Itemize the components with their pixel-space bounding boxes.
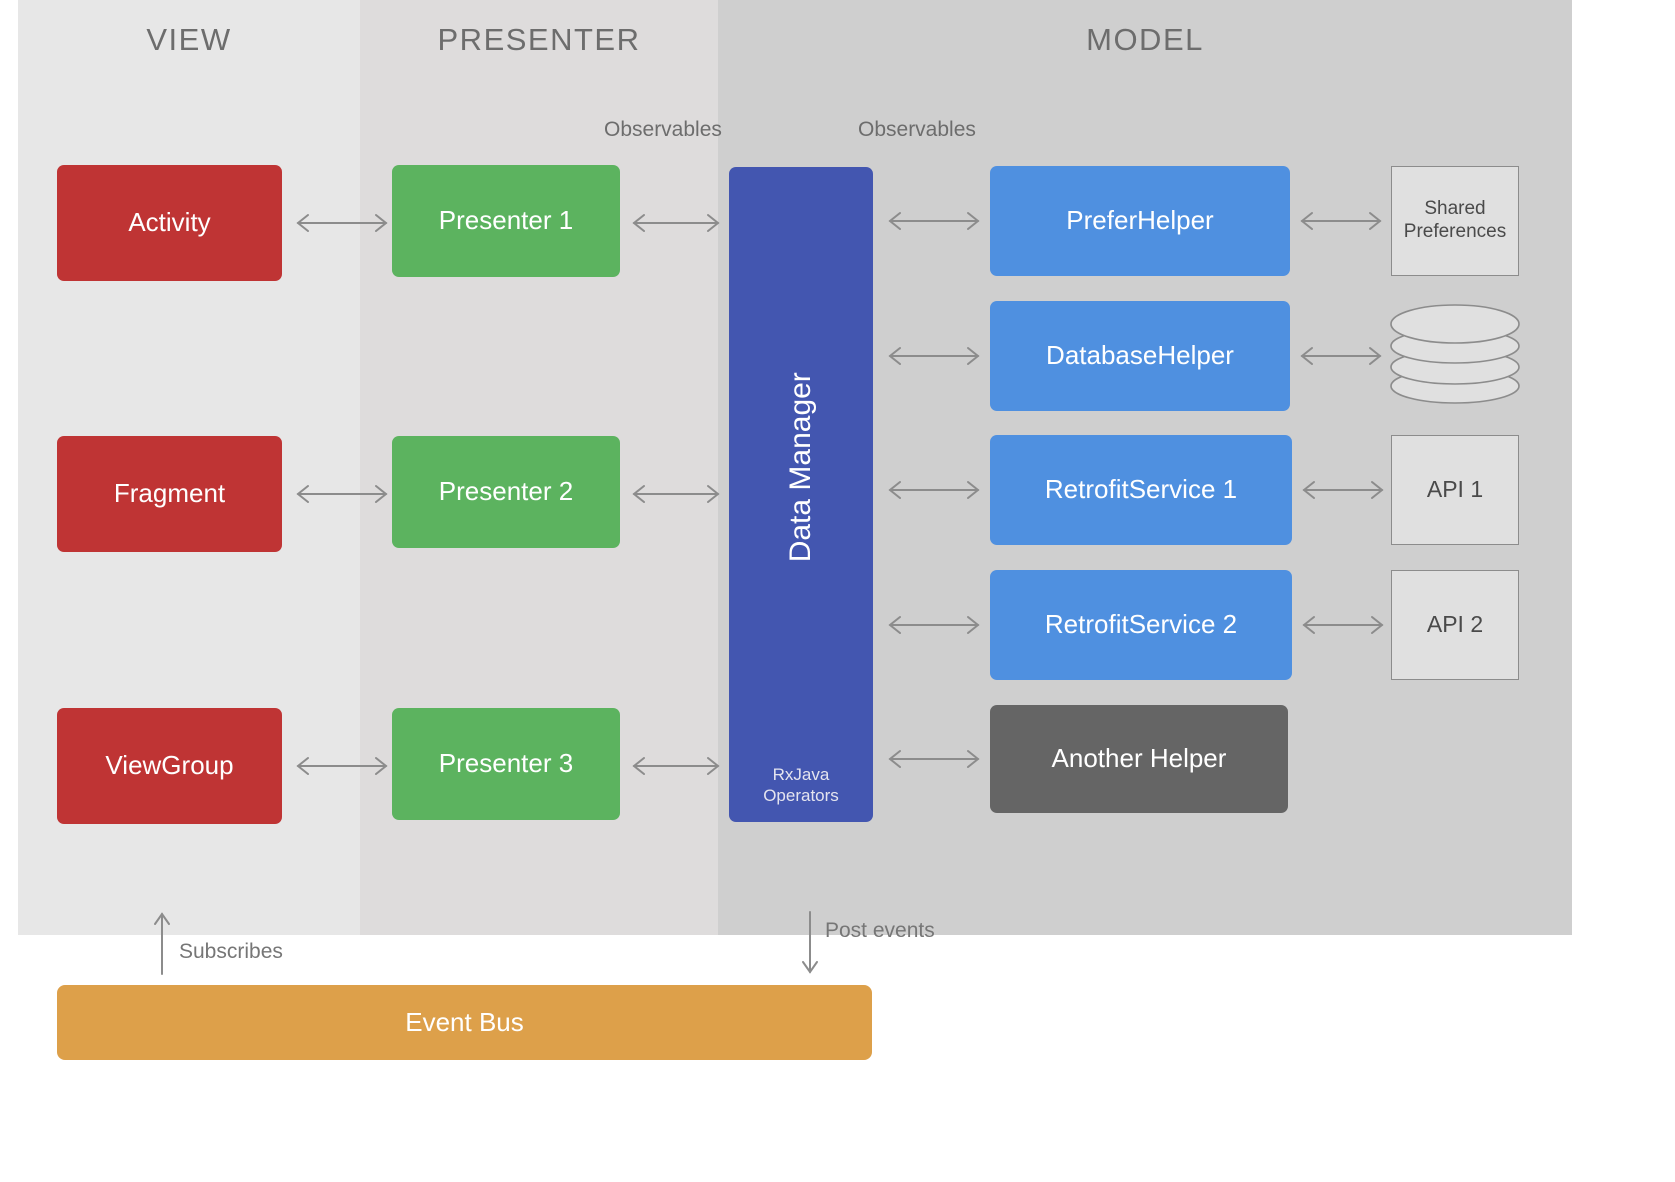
label-observables-model: Observables [858, 118, 976, 141]
arrow-presenter3-datamanager [628, 755, 724, 777]
band-title-view: VIEW [146, 22, 232, 57]
shared-prefs-line2: Preferences [1403, 221, 1507, 242]
arrow-databasehelper-database [1296, 345, 1386, 367]
arrow-datamanager-retrofit2 [884, 614, 984, 636]
arrow-post-events-down [798, 908, 822, 983]
node-another-helper[interactable]: Another Helper [990, 705, 1288, 813]
node-data-manager[interactable]: Data Manager RxJava Operators [729, 167, 873, 822]
node-event-bus[interactable]: Event Bus [57, 985, 872, 1060]
arrow-retrofit2-api2 [1298, 614, 1388, 636]
arrow-preferhelper-sharedprefs [1296, 210, 1386, 232]
node-database-helper[interactable]: DatabaseHelper [990, 301, 1290, 411]
external-api-2[interactable]: API 2 [1391, 570, 1519, 680]
external-api-1[interactable]: API 1 [1391, 435, 1519, 545]
band-title-presenter: PRESENTER [437, 22, 641, 57]
arrow-retrofit1-api1 [1298, 479, 1388, 501]
data-manager-sublabel: RxJava Operators [763, 764, 839, 807]
shared-prefs-line1: Shared [1424, 198, 1486, 220]
node-viewgroup[interactable]: ViewGroup [57, 708, 282, 824]
node-activity[interactable]: Activity [57, 165, 282, 281]
diagram-canvas: VIEW PRESENTER MODEL Activity Fragment V… [0, 0, 1675, 1182]
node-retrofit-service-1[interactable]: RetrofitService 1 [990, 435, 1292, 545]
external-database-icon[interactable] [1388, 298, 1522, 414]
band-title-model: MODEL [1086, 22, 1204, 57]
label-observables-presenter: Observables [604, 118, 722, 141]
arrow-datamanager-retrofit1 [884, 479, 984, 501]
api-1-label: API 1 [1426, 476, 1484, 503]
node-prefer-helper[interactable]: PreferHelper [990, 166, 1290, 276]
arrow-viewgroup-presenter3 [292, 755, 392, 777]
arrow-datamanager-anotherhelper [884, 748, 984, 770]
arrow-activity-presenter1 [292, 212, 392, 234]
node-presenter-1[interactable]: Presenter 1 [392, 165, 620, 277]
arrow-datamanager-preferhelper [884, 210, 984, 232]
external-shared-preferences[interactable]: Shared Preferences [1391, 166, 1519, 276]
rxjava-line: RxJava [772, 764, 830, 784]
label-post-events: Post events [825, 919, 935, 942]
node-presenter-3[interactable]: Presenter 3 [392, 708, 620, 820]
node-fragment[interactable]: Fragment [57, 436, 282, 552]
node-presenter-2[interactable]: Presenter 2 [392, 436, 620, 548]
api-2-label: API 2 [1426, 611, 1484, 638]
data-manager-label: Data Manager [783, 371, 817, 563]
label-subscribes: Subscribes [179, 940, 283, 963]
arrow-presenter2-datamanager [628, 483, 724, 505]
data-manager-title: Data Manager [729, 167, 873, 767]
arrow-datamanager-databasehelper [884, 345, 984, 367]
arrow-subscribes-up [150, 908, 174, 983]
operators-line: Operators [763, 785, 839, 805]
arrow-fragment-presenter2 [292, 483, 392, 505]
arrow-presenter1-datamanager [628, 212, 724, 234]
node-retrofit-service-2[interactable]: RetrofitService 2 [990, 570, 1292, 680]
